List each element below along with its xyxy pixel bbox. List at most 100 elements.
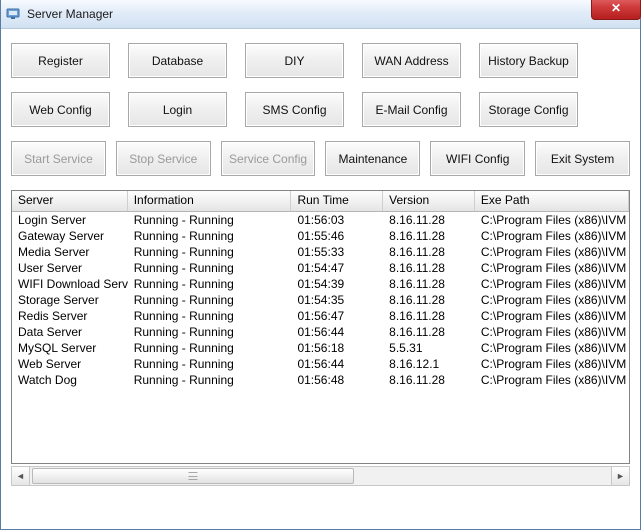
server-table: Server Information Run Time Version Exe … (11, 190, 630, 464)
table-cell: 01:56:44 (291, 324, 383, 340)
col-header-exepath[interactable]: Exe Path (475, 191, 629, 211)
table-cell: 01:56:47 (291, 308, 383, 324)
table-cell: 8.16.11.28 (383, 292, 475, 308)
table-cell: MySQL Server (12, 340, 128, 356)
col-header-information[interactable]: Information (128, 191, 292, 211)
table-row[interactable]: Login ServerRunning - Running01:56:038.1… (12, 212, 629, 228)
storage-config-button[interactable]: Storage Config (479, 92, 578, 127)
table-cell: User Server (12, 260, 128, 276)
exit-system-button[interactable]: Exit System (535, 141, 630, 176)
table-cell: Running - Running (128, 372, 292, 388)
table-cell: C:\Program Files (x86)\IVM (475, 260, 629, 276)
table-cell: 8.16.12.1 (383, 356, 475, 372)
close-icon: ✕ (611, 1, 621, 15)
col-header-version[interactable]: Version (383, 191, 475, 211)
scroll-track[interactable] (30, 467, 611, 485)
client-area: Register Database DIY WAN Address History Ba… (1, 29, 640, 496)
table-row[interactable]: Data ServerRunning - Running01:56:448.16… (12, 324, 629, 340)
col-header-server[interactable]: Server (12, 191, 128, 211)
stop-service-button: Stop Service (116, 141, 211, 176)
table-cell: C:\Program Files (x86)\IVM (475, 276, 629, 292)
table-cell: 01:54:39 (291, 276, 383, 292)
table-cell: Running - Running (128, 356, 292, 372)
table-cell: Data Server (12, 324, 128, 340)
scroll-left-arrow-icon[interactable]: ◄ (12, 467, 30, 485)
window-title: Server Manager (27, 7, 113, 21)
scroll-right-arrow-icon[interactable]: ► (611, 467, 629, 485)
close-button[interactable]: ✕ (591, 0, 641, 20)
register-button[interactable]: Register (11, 43, 110, 78)
table-cell: 01:56:44 (291, 356, 383, 372)
table-cell: Storage Server (12, 292, 128, 308)
button-row-1: Register Database DIY WAN Address History Ba… (11, 43, 630, 78)
table-cell: 8.16.11.28 (383, 260, 475, 276)
start-service-button: Start Service (11, 141, 106, 176)
email-config-button[interactable]: E-Mail Config (362, 92, 461, 127)
web-config-button[interactable]: Web Config (11, 92, 110, 127)
table-cell: 01:56:18 (291, 340, 383, 356)
table-cell: Running - Running (128, 308, 292, 324)
table-cell: Running - Running (128, 324, 292, 340)
table-cell: Media Server (12, 244, 128, 260)
table-cell: Running - Running (128, 244, 292, 260)
table-cell: 5.5.31 (383, 340, 475, 356)
table-row[interactable]: MySQL ServerRunning - Running01:56:185.5… (12, 340, 629, 356)
table-cell: Login Server (12, 212, 128, 228)
table-cell: C:\Program Files (x86)\IVM (475, 228, 629, 244)
horizontal-scrollbar[interactable]: ◄ ► (11, 466, 630, 486)
table-row[interactable]: Gateway ServerRunning - Running01:55:468… (12, 228, 629, 244)
table-row[interactable]: User ServerRunning - Running01:54:478.16… (12, 260, 629, 276)
diy-button[interactable]: DIY (245, 43, 344, 78)
database-button[interactable]: Database (128, 43, 227, 78)
table-cell: 01:55:46 (291, 228, 383, 244)
table-cell: 8.16.11.28 (383, 228, 475, 244)
app-window: Server Manager ✕ Register Database DIY WAN … (0, 0, 641, 530)
table-cell: Running - Running (128, 276, 292, 292)
table-cell: C:\Program Files (x86)\IVM (475, 340, 629, 356)
table-cell: Running - Running (128, 292, 292, 308)
scroll-thumb[interactable] (32, 468, 354, 484)
title-bar: Server Manager ✕ (1, 0, 640, 29)
table-cell: WIFI Download Server (12, 276, 128, 292)
table-cell: 01:55:33 (291, 244, 383, 260)
table-cell: C:\Program Files (x86)\IVM (475, 292, 629, 308)
table-cell: 8.16.11.28 (383, 212, 475, 228)
table-cell: Running - Running (128, 228, 292, 244)
wifi-config-button[interactable]: WIFI Config (430, 141, 525, 176)
col-header-runtime[interactable]: Run Time (291, 191, 383, 211)
scroll-grip-icon (188, 472, 197, 480)
table-cell: 01:54:35 (291, 292, 383, 308)
history-backup-button[interactable]: History Backup (479, 43, 578, 78)
table-cell: C:\Program Files (x86)\IVM (475, 244, 629, 260)
table-header-row: Server Information Run Time Version Exe … (12, 191, 629, 212)
table-cell: 8.16.11.28 (383, 372, 475, 388)
table-row[interactable]: Media ServerRunning - Running01:55:338.1… (12, 244, 629, 260)
table-row[interactable]: Redis ServerRunning - Running01:56:478.1… (12, 308, 629, 324)
table-cell: 8.16.11.28 (383, 308, 475, 324)
table-cell: 01:54:47 (291, 260, 383, 276)
table-row[interactable]: Web ServerRunning - Running01:56:448.16.… (12, 356, 629, 372)
table-cell: Running - Running (128, 212, 292, 228)
button-row-3: Start Service Stop Service Service Config M… (11, 141, 630, 176)
button-row-2: Web Config Login SMS Config E-Mail Config St… (11, 92, 630, 127)
table-cell: Watch Dog (12, 372, 128, 388)
table-row[interactable]: Watch DogRunning - Running01:56:488.16.1… (12, 372, 629, 388)
table-cell: 8.16.11.28 (383, 244, 475, 260)
table-cell: C:\Program Files (x86)\IVM (475, 324, 629, 340)
maintenance-button[interactable]: Maintenance (325, 141, 420, 176)
app-icon (5, 6, 21, 22)
login-button[interactable]: Login (128, 92, 227, 127)
sms-config-button[interactable]: SMS Config (245, 92, 344, 127)
table-cell: 8.16.11.28 (383, 324, 475, 340)
wan-address-button[interactable]: WAN Address (362, 43, 461, 78)
table-cell: Web Server (12, 356, 128, 372)
service-config-button: Service Config (221, 141, 316, 176)
table-cell: Redis Server (12, 308, 128, 324)
table-row[interactable]: Storage ServerRunning - Running01:54:358… (12, 292, 629, 308)
table-cell: C:\Program Files (x86)\IVM (475, 372, 629, 388)
table-cell: 01:56:03 (291, 212, 383, 228)
table-cell: 8.16.11.28 (383, 276, 475, 292)
table-cell: C:\Program Files (x86)\IVM (475, 356, 629, 372)
table-cell: C:\Program Files (x86)\IVM (475, 212, 629, 228)
table-row[interactable]: WIFI Download ServerRunning - Running01:… (12, 276, 629, 292)
